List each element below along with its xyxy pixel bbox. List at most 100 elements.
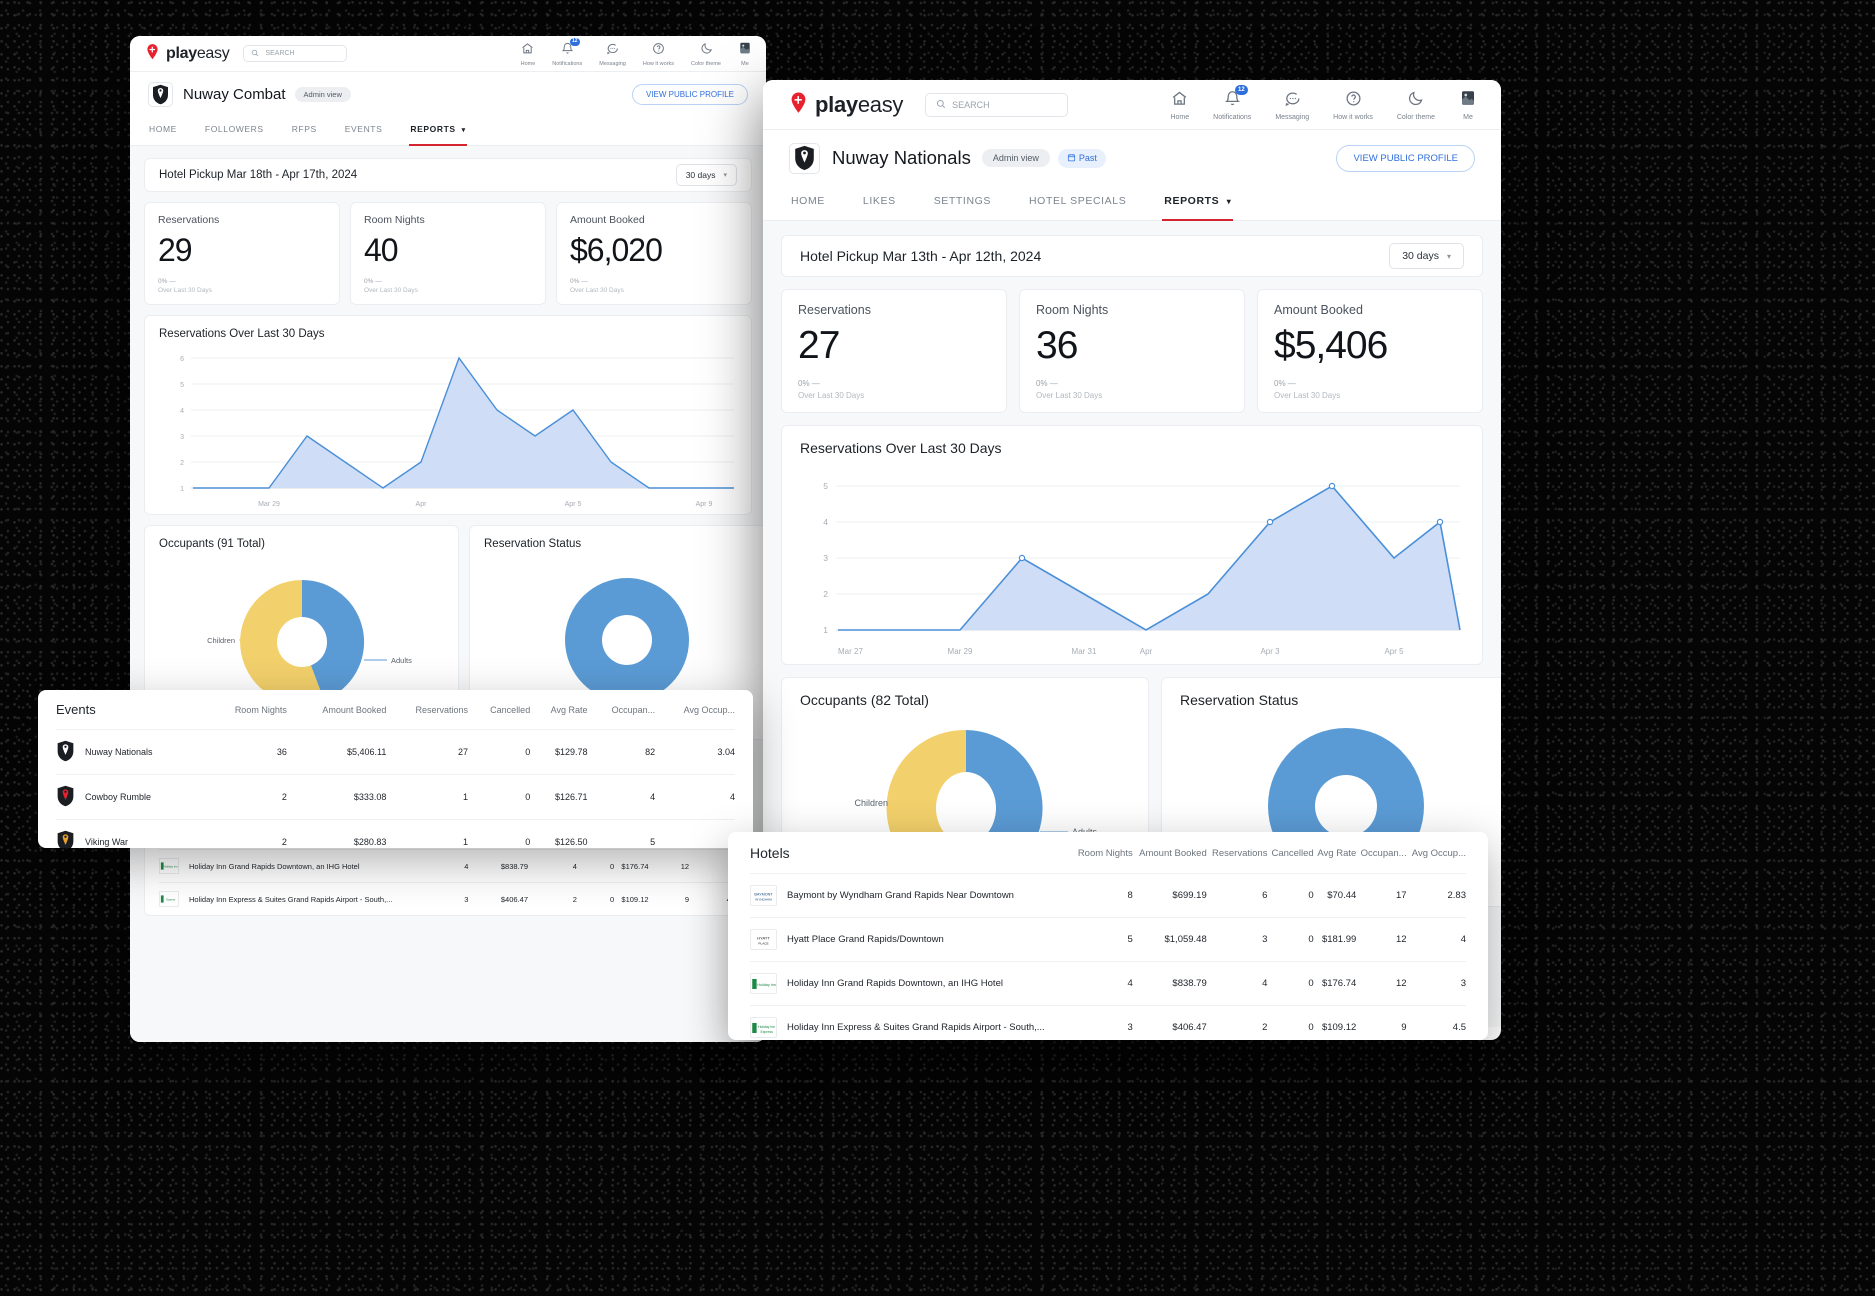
nav-label: Notifications (1213, 113, 1252, 121)
cell-occupants: 17 (1356, 873, 1407, 918)
cell-cancelled: 0 (468, 729, 531, 775)
table-row[interactable]: Holiday Inn Holiday Inn Grand Rapids Dow… (159, 849, 737, 883)
col-amount-booked: Amount Booked (322, 704, 387, 715)
table-row[interactable]: Nuway Nationals 36 $5,406.11 27 0 $129.7… (56, 729, 735, 775)
playeasy-logo[interactable]: playeasy (787, 91, 903, 119)
svg-text:3: 3 (180, 434, 184, 441)
table-row[interactable]: Viking War 2 $280.83 1 0 $126.50 5 5 (56, 819, 735, 848)
nav-item-home[interactable]: Home (521, 42, 535, 67)
tab-reports[interactable]: REPORTS ▾ (1162, 186, 1234, 221)
stat-label: Reservations (158, 214, 220, 226)
view-public-profile-button[interactable]: VIEW PUBLIC PROFILE (631, 83, 748, 105)
tab-label: HOME (149, 124, 177, 134)
nav-item-how-it-works[interactable]: How it works (1333, 90, 1373, 121)
stat-value: $6,020 (570, 232, 663, 268)
cell-amount: $838.79 (468, 849, 529, 883)
tab-rfps[interactable]: RFPS (291, 116, 318, 145)
front-nav-icons: Home 12 Notifications Messaging How it w… (1170, 84, 1477, 121)
svg-text:1: 1 (823, 625, 828, 635)
svg-text:Express: Express (760, 1030, 773, 1034)
shield-crest-icon (56, 740, 75, 764)
range-dropdown[interactable]: 30 days ▾ (675, 164, 737, 186)
view-public-profile-button[interactable]: VIEW PUBLIC PROFILE (1336, 144, 1475, 172)
nav-item-notifications[interactable]: 12 Notifications (552, 37, 583, 67)
hotel-name: Holiday Inn Express & Suites Grand Rapid… (189, 894, 393, 904)
back-tabs: HOME FOLLOWERS RFPS EVENTS REPORTS ▾ (130, 116, 766, 146)
svg-text:Apr 9: Apr 9 (696, 501, 713, 508)
tab-likes[interactable]: LIKES (861, 186, 898, 220)
stat-label: Amount Booked (1274, 303, 1363, 317)
stat-delta: 0% — (570, 278, 588, 285)
col-avg-occupancy: Avg Occup... (1411, 847, 1466, 859)
hotel-name: Baymont by Wyndham Grand Rapids Near Dow… (787, 890, 1014, 901)
playeasy-logo[interactable]: playeasy (144, 43, 230, 65)
logo-easy-text: easy (857, 91, 904, 117)
tab-home[interactable]: HOME (148, 116, 178, 145)
moon-icon (1407, 90, 1424, 111)
tab-hotel-specials[interactable]: HOTEL SPECIALS (1027, 186, 1128, 220)
nav-item-notifications[interactable]: 12 Notifications (1213, 84, 1252, 121)
svg-text:5: 5 (180, 382, 184, 389)
nav-item-messaging[interactable]: Messaging (599, 42, 626, 67)
cell-cancelled: 0 (1267, 1005, 1314, 1040)
nav-label: Notifications (552, 60, 583, 67)
table-row[interactable]: HYATTPLACE Hyatt Place Grand Rapids/Down… (750, 917, 1466, 962)
tab-label: SETTINGS (933, 195, 991, 207)
nav-item-messaging[interactable]: Messaging (1275, 90, 1309, 121)
events-table-panel: Events Room Nights Amount Booked Reserva… (38, 690, 753, 848)
cell-reservations: 27 (386, 729, 468, 775)
pin-e-icon (144, 43, 161, 65)
table-row[interactable]: BAYMONTWYNDHAM Baymont by Wyndham Grand … (750, 873, 1466, 918)
nav-item-me[interactable]: Me (738, 41, 752, 67)
tab-reports[interactable]: REPORTS ▾ (409, 116, 468, 146)
range-dropdown[interactable]: 30 days ▾ (1389, 243, 1464, 269)
event-name: Viking War (85, 837, 129, 847)
front-pickup-card: Hotel Pickup Mar 13th - Apr 12th, 2024 3… (781, 235, 1483, 277)
tab-events[interactable]: EVENTS (344, 116, 384, 145)
cell-room-nights: 4 (419, 849, 469, 883)
stat-value: 40 (364, 232, 399, 268)
tab-followers[interactable]: FOLLOWERS (204, 116, 265, 145)
nav-item-home[interactable]: Home (1170, 90, 1189, 121)
cell-occupants: 9 (648, 882, 690, 915)
cell-reservations: 6 (1206, 873, 1268, 918)
table-row[interactable]: Holiday Inn Express Holiday Inn Express &… (750, 1005, 1466, 1040)
nav-item-color-theme[interactable]: Color theme (1397, 90, 1435, 121)
col-avg-rate: Avg Rate (550, 704, 588, 715)
search-input[interactable]: SEARCH (243, 45, 348, 62)
delta-pct: 0% (798, 379, 810, 388)
holiday-inn-express-logo: Express (159, 891, 179, 907)
nav-label: How it works (642, 60, 675, 67)
svg-text:Apr 5: Apr 5 (1384, 647, 1404, 656)
nav-label: How it works (1333, 113, 1373, 121)
stat-delta: 0% — (1036, 379, 1058, 388)
notifications-badge: 12 (1235, 84, 1248, 95)
stat-delta: 0% — (1274, 379, 1296, 388)
cell-avg-occupancy: 5 (655, 819, 735, 848)
cell-amount: $838.79 (1132, 961, 1207, 1006)
col-room-nights: Room Nights (1077, 847, 1133, 859)
cell-avg-occupancy: 3 (1406, 961, 1466, 1006)
nav-item-me[interactable]: Me (1459, 89, 1477, 121)
svg-text:6: 6 (180, 356, 184, 363)
cell-amount: $5,406.11 (286, 729, 387, 775)
question-circle-icon (1345, 90, 1362, 111)
col-reservations: Reservations (1212, 847, 1268, 859)
cell-occupants: 4 (587, 774, 656, 820)
table-header-row: Hotels Room Nights Amount Booked Reserva… (750, 845, 1466, 874)
nav-item-how-it-works[interactable]: How it works (643, 42, 674, 67)
back-topbar: playeasy SEARCH Home 12 Notifications Me… (130, 36, 766, 72)
tab-settings[interactable]: SETTINGS (932, 186, 993, 220)
pickup-title: Hotel Pickup Mar 18th - Apr 17th, 2024 (159, 169, 358, 181)
tab-home[interactable]: HOME (789, 186, 827, 220)
nav-label: Messaging (1275, 113, 1310, 121)
svg-text:HYATT: HYATT (757, 935, 770, 940)
nav-item-color-theme[interactable]: Color theme (691, 42, 721, 67)
cell-room-nights: 36 (206, 729, 287, 775)
col-room-nights: Room Nights (234, 704, 287, 715)
search-input[interactable]: SEARCH (925, 92, 1069, 117)
table-row[interactable]: Holiday Inn Holiday Inn Grand Rapids Dow… (750, 961, 1466, 1006)
table-row[interactable]: Express Holiday Inn Express & Suites Gra… (159, 882, 737, 915)
chevron-down-icon: ▾ (723, 172, 727, 179)
table-row[interactable]: Cowboy Rumble 2 $333.08 1 0 $126.71 4 4 (56, 774, 735, 820)
